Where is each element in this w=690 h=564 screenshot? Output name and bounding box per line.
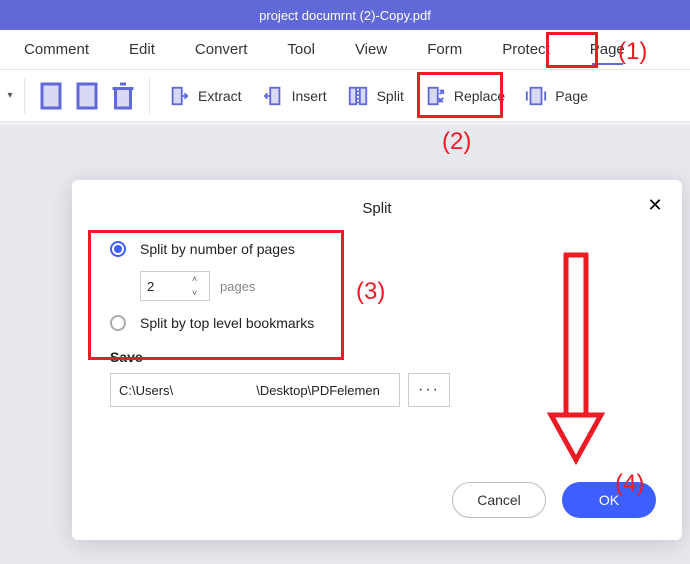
save-label: Save (110, 349, 644, 365)
split-by-pages-label: Split by number of pages (140, 241, 295, 257)
delete-page-button[interactable] (105, 78, 141, 114)
menu-view[interactable]: View (335, 30, 407, 69)
menu-tool[interactable]: Tool (267, 30, 335, 69)
menu-bar: Comment Edit Convert Tool View Form Prot… (0, 30, 690, 70)
cancel-button[interactable]: Cancel (452, 482, 546, 518)
menu-page[interactable]: Page (570, 30, 645, 69)
radio-unchecked-icon (110, 315, 126, 331)
document-title: project documrnt (2)-Copy.pdf (259, 8, 431, 23)
chevron-down-icon: ˅ (192, 288, 206, 298)
pages-unit: pages (220, 279, 255, 294)
menu-protect[interactable]: Protect (482, 30, 570, 69)
chevron-up-icon: ˄ (192, 274, 206, 284)
menu-convert[interactable]: Convert (175, 30, 268, 69)
pages-value: 2 (147, 279, 154, 294)
title-bar: project documrnt (2)-Copy.pdf (0, 0, 690, 30)
separator (149, 78, 150, 114)
save-path-input[interactable]: C:\Users\ \Desktop\PDFelemen (110, 373, 400, 407)
pages-spinner: 2 ˄ ˅ pages (140, 271, 656, 301)
page-label-icon (525, 85, 547, 107)
insert-icon (262, 85, 284, 107)
page-icon (33, 78, 69, 114)
split-dialog: Split ✕ Split by number of pages 2 ˄ ˅ p… (72, 180, 682, 540)
page-toolbar: ▾ Extract Insert Split Replace (0, 70, 690, 122)
split-icon (347, 85, 369, 107)
split-by-bookmarks-option[interactable]: Split by top level bookmarks (110, 315, 644, 331)
replace-button[interactable]: Replace (414, 81, 515, 111)
menu-edit[interactable]: Edit (109, 30, 175, 69)
dialog-buttons: Cancel OK (452, 482, 656, 518)
replace-label: Replace (454, 88, 505, 104)
pages-input[interactable]: 2 ˄ ˅ (140, 271, 210, 301)
save-row: C:\Users\ \Desktop\PDFelemen ··· (110, 373, 644, 407)
ellipsis-icon: ··· (418, 381, 440, 399)
page-btn-label: Page (555, 88, 588, 104)
save-path-value: C:\Users\ \Desktop\PDFelemen (119, 383, 380, 398)
radio-checked-icon (110, 241, 126, 257)
rotate-right-button[interactable] (69, 78, 105, 114)
separator (24, 78, 25, 114)
page-icon (69, 78, 105, 114)
menu-comment[interactable]: Comment (4, 30, 109, 69)
spinner-arrows[interactable]: ˄ ˅ (192, 274, 206, 298)
trash-icon (105, 78, 141, 114)
extract-button[interactable]: Extract (158, 81, 252, 111)
split-label: Split (377, 88, 404, 104)
insert-label: Insert (292, 88, 327, 104)
insert-button[interactable]: Insert (252, 81, 337, 111)
browse-button[interactable]: ··· (408, 373, 450, 407)
dialog-close-button[interactable]: ✕ (644, 194, 666, 216)
toolbar-dropdown[interactable]: ▾ (4, 78, 16, 114)
menu-form[interactable]: Form (407, 30, 482, 69)
split-by-bookmarks-label: Split by top level bookmarks (140, 315, 314, 331)
extract-label: Extract (198, 88, 242, 104)
page-button[interactable]: Page (515, 81, 598, 111)
rotate-left-button[interactable] (33, 78, 69, 114)
ok-button[interactable]: OK (562, 482, 656, 518)
dialog-body: Split by number of pages 2 ˄ ˅ pages Spl… (98, 241, 656, 407)
extract-icon (168, 85, 190, 107)
replace-icon (424, 85, 446, 107)
split-button[interactable]: Split (337, 81, 414, 111)
dialog-title: Split (98, 200, 656, 217)
close-icon: ✕ (647, 195, 662, 216)
split-by-pages-option[interactable]: Split by number of pages (110, 241, 644, 257)
